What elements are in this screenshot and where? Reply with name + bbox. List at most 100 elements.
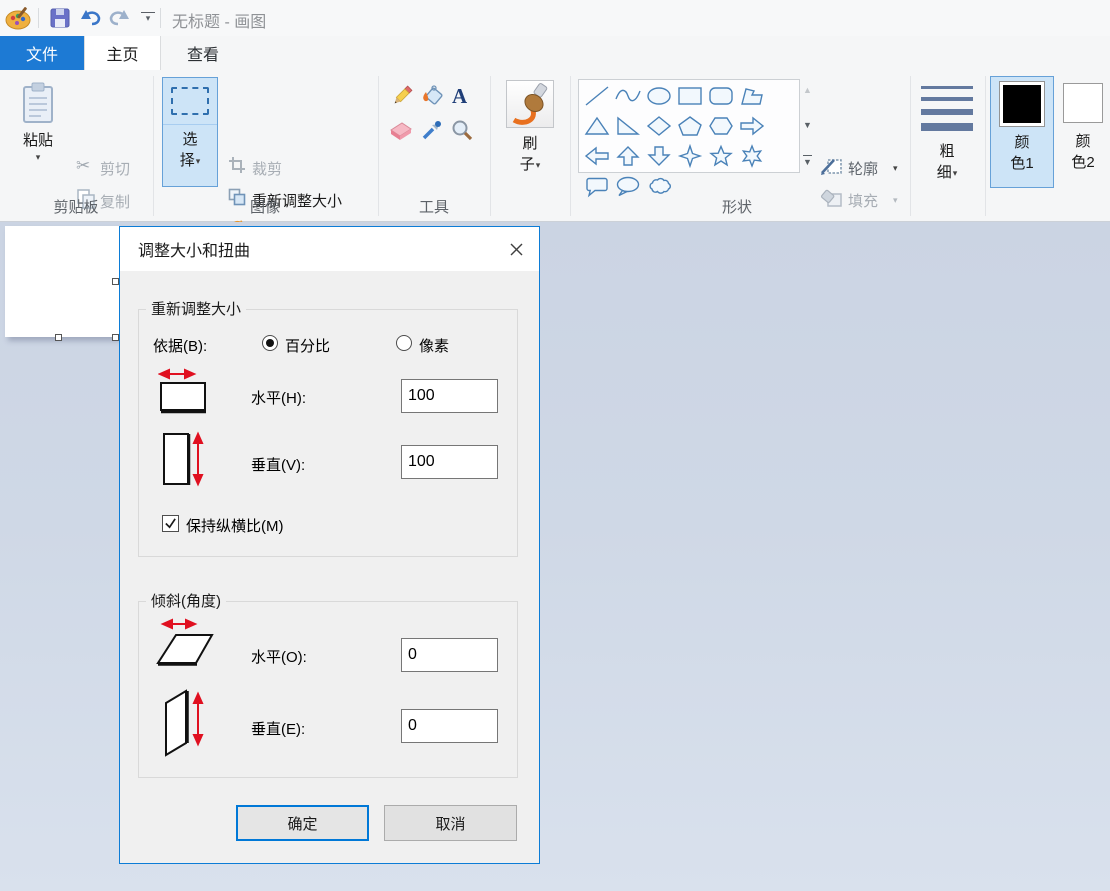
- color1-button[interactable]: 颜 色1: [990, 76, 1054, 188]
- outline-icon: [820, 156, 844, 176]
- select-label-line1: 选: [182, 128, 197, 149]
- paste-label: 粘贴: [23, 129, 53, 150]
- scissors-icon: ✂: [76, 156, 90, 176]
- tab-file[interactable]: 文件: [0, 36, 84, 70]
- save-button[interactable]: [48, 7, 72, 29]
- color1-swatch: [999, 81, 1045, 127]
- chevron-down-icon: ▾: [196, 156, 201, 166]
- crop-button[interactable]: 裁剪: [252, 158, 282, 179]
- shape-star-5[interactable]: [705, 141, 736, 171]
- color2-button[interactable]: 颜 色2: [1058, 76, 1108, 188]
- keep-aspect-checkbox[interactable]: [162, 515, 179, 532]
- shape-curve[interactable]: [612, 81, 643, 111]
- canvas-resize-handle-corner[interactable]: [112, 334, 119, 341]
- tab-view[interactable]: 查看: [161, 36, 245, 70]
- shape-arrow-up[interactable]: [612, 141, 643, 171]
- shape-callout-rectangle[interactable]: [581, 171, 612, 201]
- dialog-title-bar: 调整大小和扭曲: [120, 227, 539, 271]
- cancel-button[interactable]: 取消: [384, 805, 517, 841]
- color1-label-line2: 色1: [1010, 152, 1033, 173]
- paste-button[interactable]: 粘贴 ▾: [10, 76, 66, 190]
- shape-star-4[interactable]: [674, 141, 705, 171]
- resize-skew-dialog: 调整大小和扭曲 重新调整大小 依据(B): 百分比 像素: [119, 226, 540, 864]
- fill-button[interactable]: 填充: [848, 190, 878, 211]
- gallery-expand-icon[interactable]: ▼: [803, 155, 812, 167]
- shape-line[interactable]: [581, 81, 612, 111]
- shape-callout-oval[interactable]: [612, 171, 643, 201]
- radio-percentage[interactable]: [262, 335, 278, 351]
- shape-star-6[interactable]: [736, 141, 767, 171]
- clipboard-icon: [21, 82, 55, 124]
- shape-rectangle[interactable]: [674, 81, 705, 111]
- close-icon: [509, 242, 524, 257]
- keep-aspect-label: 保持纵横比(M): [186, 515, 284, 536]
- redo-icon: [107, 8, 131, 28]
- by-label: 依据(B):: [153, 335, 207, 356]
- shapes-gallery: [578, 79, 800, 173]
- pencil-tool[interactable]: [390, 84, 414, 108]
- outline-button[interactable]: 轮廓: [848, 158, 878, 179]
- text-tool[interactable]: A: [452, 84, 467, 108]
- window-title: 无标题 - 画图: [172, 8, 266, 32]
- undo-button[interactable]: [78, 8, 104, 28]
- drawing-canvas[interactable]: [5, 226, 119, 337]
- quick-access-toolbar-dropdown[interactable]: ▾: [141, 12, 155, 24]
- group-label-clipboard: 剪贴板: [36, 196, 116, 216]
- shape-callout-cloud[interactable]: [643, 171, 674, 201]
- shape-arrow-down[interactable]: [643, 141, 674, 171]
- color2-label-line2: 色2: [1071, 151, 1094, 172]
- scroll-up-icon[interactable]: ▲: [803, 85, 812, 95]
- radio-pixels[interactable]: [396, 335, 412, 351]
- size-label-line1: 粗: [939, 140, 954, 161]
- shape-polygon[interactable]: [736, 81, 767, 111]
- ok-button[interactable]: 确定: [236, 805, 369, 841]
- chevron-down-icon: ▾: [893, 195, 898, 205]
- shape-rounded-rectangle[interactable]: [705, 81, 736, 111]
- canvas-resize-handle-bottom[interactable]: [55, 334, 62, 341]
- color2-label-line1: 颜: [1075, 130, 1090, 151]
- size-button[interactable]: 粗 细▾: [916, 76, 978, 190]
- ribbon: 粘贴 ▾ ✂ 剪切 复制 剪贴板 选 择▾ 裁剪 重新调整大小: [0, 70, 1110, 222]
- color-picker-tool[interactable]: [420, 118, 444, 142]
- skew-vertical-input[interactable]: [401, 709, 498, 743]
- resize-horizontal-label: 水平(H):: [251, 387, 306, 408]
- resize-horizontal-icon: [158, 367, 212, 415]
- brushes-button[interactable]: 刷 子▾: [498, 76, 562, 190]
- shape-triangle[interactable]: [581, 111, 612, 141]
- resize-horizontal-input[interactable]: [401, 379, 498, 413]
- canvas-resize-handle-right[interactable]: [112, 278, 119, 285]
- app-logo-palette-icon: [4, 4, 32, 32]
- cut-button[interactable]: 剪切: [100, 158, 130, 179]
- skew-horizontal-input[interactable]: [401, 638, 498, 672]
- shape-pentagon[interactable]: [674, 111, 705, 141]
- skew-horizontal-label: 水平(O):: [251, 646, 307, 667]
- fill-shape-icon: [820, 188, 844, 208]
- select-label-line2: 择: [180, 149, 195, 172]
- redo-button[interactable]: [106, 8, 132, 28]
- paint-window: ▾ 无标题 - 画图 文件 主页 查看 粘贴 ▾ ✂ 剪切: [0, 0, 1110, 891]
- shapes-gallery-scrollbar: ▲ ▼ ▼: [801, 79, 814, 173]
- shape-diamond[interactable]: [643, 111, 674, 141]
- radio-pixels-label: 像素: [419, 335, 449, 356]
- divider: [570, 76, 571, 216]
- fill-tool[interactable]: [420, 84, 446, 108]
- eraser-tool[interactable]: [387, 120, 413, 142]
- color2-swatch: [1063, 83, 1103, 123]
- shape-arrow-right[interactable]: [736, 111, 767, 141]
- scroll-down-icon[interactable]: ▼: [803, 120, 812, 130]
- divider: [490, 76, 491, 216]
- shape-right-triangle[interactable]: [612, 111, 643, 141]
- resize-group-title: 重新调整大小: [146, 298, 246, 319]
- shape-arrow-left[interactable]: [581, 141, 612, 171]
- select-button[interactable]: 选 择▾: [162, 77, 218, 187]
- brushes-label-line1: 刷: [522, 132, 537, 153]
- tab-home[interactable]: 主页: [84, 36, 161, 70]
- dialog-close-button[interactable]: [493, 227, 539, 271]
- magnifier-tool[interactable]: [450, 118, 474, 142]
- resize-vertical-input[interactable]: [401, 445, 498, 479]
- resize-vertical-label: 垂直(V):: [251, 454, 305, 475]
- save-floppy-icon: [50, 8, 70, 28]
- shape-hexagon[interactable]: [705, 111, 736, 141]
- undo-icon: [79, 8, 103, 28]
- shape-ellipse[interactable]: [643, 81, 674, 111]
